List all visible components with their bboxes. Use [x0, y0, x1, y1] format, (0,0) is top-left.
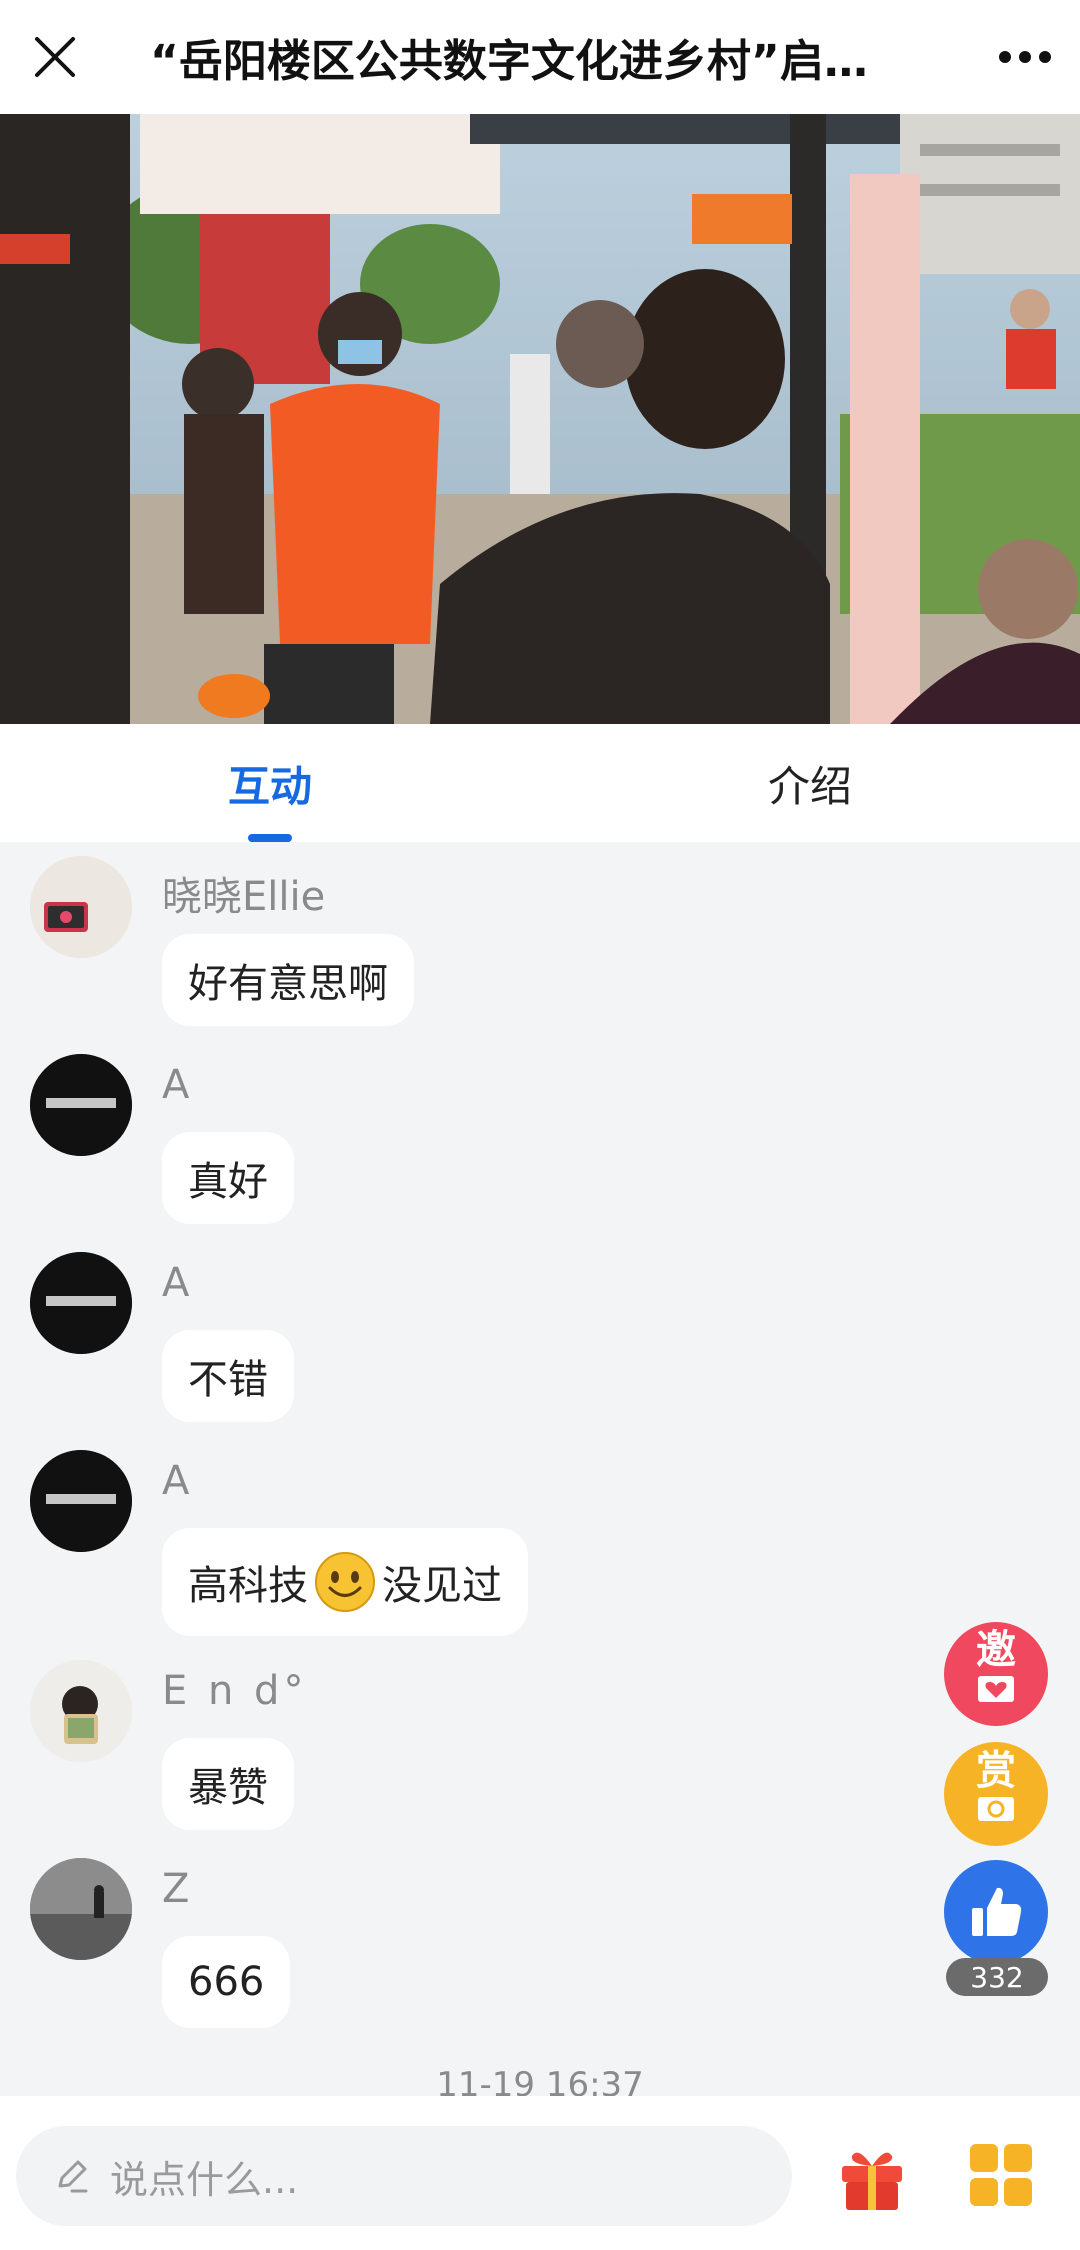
message-bubble: 高科技 没见过: [162, 1528, 528, 1636]
thumbs-up-icon: [972, 1887, 1022, 1936]
avatar-image: [30, 856, 132, 958]
more-apps-button[interactable]: [968, 2142, 1034, 2208]
message-bubble: 不错: [162, 1330, 294, 1422]
message-bubble: 暴赞: [162, 1738, 294, 1830]
avatar-image: [30, 1660, 132, 1762]
comment-input[interactable]: 说点什么...: [16, 2126, 792, 2226]
reward-label: 赏: [976, 1748, 1016, 1794]
heart-icon: [978, 1676, 1014, 1702]
avatar[interactable]: [30, 1252, 132, 1354]
username: Z: [162, 1866, 190, 1912]
close-icon: [35, 37, 75, 77]
tab-introduction-label: 介绍: [767, 761, 852, 811]
live-video[interactable]: [0, 114, 1080, 724]
chat-list[interactable]: 晓晓Ellie 好有意思啊 A 真好 A 不错 A 高科技 没见过 E n d°…: [0, 842, 1080, 2096]
gift-button[interactable]: [836, 2142, 908, 2214]
message-text: 高科技: [188, 1563, 308, 1609]
tab-interaction-label: 互动: [227, 761, 312, 811]
more-icon: [999, 51, 1051, 63]
avatar-image: [30, 1858, 132, 1960]
apps-grid-icon: [970, 2144, 1032, 2206]
avatar[interactable]: [30, 1054, 132, 1156]
reward-button[interactable]: 赏: [944, 1742, 1048, 1846]
like-button[interactable]: [944, 1860, 1048, 1964]
message-text: 没见过: [382, 1563, 502, 1609]
bottom-bar: 说点什么...: [0, 2096, 1080, 2250]
username: A: [162, 1260, 190, 1306]
message-bubble: 好有意思啊: [162, 934, 414, 1026]
username: E n d°: [162, 1668, 308, 1714]
avatar[interactable]: [30, 1450, 132, 1552]
message-bubble: 666: [162, 1936, 291, 2028]
top-bar: “岳阳楼区公共数字文化进乡村”启…: [0, 0, 1080, 114]
username: A: [162, 1062, 190, 1108]
coin-icon: [978, 1797, 1014, 1821]
avatar[interactable]: [30, 1660, 132, 1762]
pencil-icon: [58, 2160, 88, 2193]
tab-bar: 互动 介绍: [0, 724, 1080, 842]
username: 晓晓Ellie: [162, 874, 326, 920]
comment-placeholder: 说点什么...: [110, 2157, 299, 2202]
more-button[interactable]: [970, 0, 1080, 114]
avatar[interactable]: [30, 856, 132, 958]
video-frame-image: [0, 114, 1080, 724]
gift-icon: [842, 2152, 902, 2210]
tab-introduction[interactable]: 介绍: [540, 724, 1080, 842]
invite-button[interactable]: 邀: [944, 1622, 1048, 1726]
tab-interaction[interactable]: 互动: [0, 724, 540, 842]
avatar[interactable]: [30, 1858, 132, 1960]
like-count: 332: [946, 1958, 1048, 1996]
smiley-emoji-icon: [315, 1552, 375, 1612]
avatar-image: [30, 1450, 132, 1552]
username: A: [162, 1458, 190, 1504]
page-title: “岳阳楼区公共数字文化进乡村”启…: [150, 36, 868, 87]
invite-label: 邀: [976, 1627, 1016, 1673]
message-bubble: 真好: [162, 1132, 294, 1224]
avatar-image: [30, 1252, 132, 1354]
close-button[interactable]: [0, 0, 110, 114]
avatar-image: [30, 1054, 132, 1156]
